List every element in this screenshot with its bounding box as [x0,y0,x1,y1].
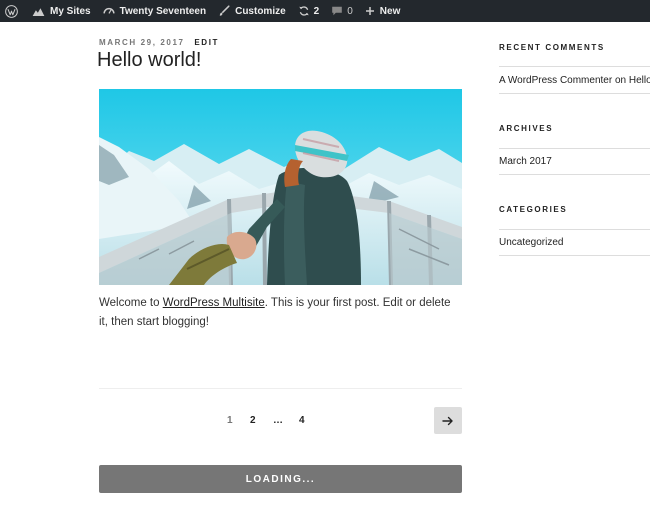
site-name-label: Twenty Seventeen [119,5,207,17]
pagination: 1 2 … 4 [99,407,462,435]
widget-divider [499,66,650,67]
recent-comments-title: RECENT COMMENTS [499,43,605,52]
arrow-right-icon [442,416,453,425]
comments-link[interactable]: 0 [325,0,359,22]
edit-post-link[interactable]: EDIT [194,38,219,47]
comment-bubble-icon [332,6,343,16]
loading-button[interactable]: LOADING... [99,465,462,493]
my-sites-label: My Sites [50,5,91,17]
updates-icon [298,6,309,16]
updates-count: 2 [313,5,320,17]
mountain-scene-image [99,89,462,285]
widget-divider [499,255,650,256]
widget-divider [499,148,650,149]
admin-bar: My Sites Twenty Seventeen Customize 2 0 [0,0,650,22]
recent-comment-item[interactable]: A WordPress Commenter on Hello [499,75,650,86]
next-page-button[interactable] [434,407,462,434]
post-meta: MARCH 29, 2017 EDIT [99,38,219,47]
post-date-link[interactable]: MARCH 29, 2017 [99,38,185,47]
category-item[interactable]: Uncategorized [499,237,563,248]
customize-link[interactable]: Customize [212,0,292,22]
widget-divider [499,174,650,175]
categories-title: CATEGORIES [499,205,568,214]
page-number-link[interactable]: 4 [299,415,305,426]
archive-item[interactable]: March 2017 [499,156,552,167]
comments-count: 0 [347,5,353,17]
pagination-ellipsis: … [273,415,283,426]
post-body-text: Welcome to [99,297,163,309]
paintbrush-icon [219,5,230,16]
archives-title: ARCHIVES [499,124,554,133]
dashboard-icon [102,7,115,14]
featured-image[interactable] [99,89,462,285]
new-label: New [379,5,401,17]
updates-link[interactable]: 2 [292,0,326,22]
my-sites-icon [32,7,45,16]
site-name-menu[interactable]: Twenty Seventeen [97,0,213,22]
widget-divider [499,229,650,230]
customize-label: Customize [235,5,286,17]
widget-divider [499,93,650,94]
new-content-menu[interactable]: New [359,0,407,22]
my-sites-menu[interactable]: My Sites [26,0,97,22]
page-number-current: 1 [227,415,233,426]
plus-icon [365,7,374,15]
wordpress-logo-icon [5,4,18,18]
sidebar: RECENT COMMENTS A WordPress Commenter on… [499,22,650,507]
page-number-link[interactable]: 2 [250,415,256,426]
post-divider [99,388,462,389]
wordpress-logo-menu[interactable] [0,0,26,22]
post-title[interactable]: Hello world! [97,49,201,72]
wordpress-multisite-link[interactable]: WordPress Multisite [163,297,265,309]
post-excerpt: Welcome to WordPress Multisite. This is … [99,294,462,332]
